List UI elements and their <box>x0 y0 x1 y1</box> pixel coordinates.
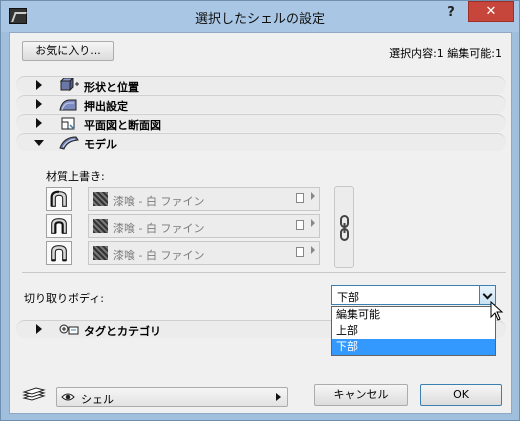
material-row-outer: 漆喰 - 白 ファイン <box>46 187 320 211</box>
material-name: 漆喰 - 白 ファイン <box>113 195 205 208</box>
section-label: モデル <box>84 138 117 151</box>
section-label: 押出設定 <box>84 100 128 113</box>
section-shape-position[interactable]: 形状と位置 <box>16 76 506 94</box>
mouse-cursor-icon <box>490 301 504 321</box>
section-model[interactable]: モデル <box>16 133 506 151</box>
shape-position-icon <box>59 78 79 92</box>
material-menu-arrow-icon[interactable] <box>311 219 315 227</box>
eye-icon <box>61 393 75 401</box>
material-name: 漆喰 - 白 ファイン <box>113 222 205 235</box>
settings-dialog: 選択したシェルの設定 ? ✕ お気に入り... 選択内容:1 編集可能:1 形状… <box>0 0 520 421</box>
material-menu-arrow-icon[interactable] <box>311 246 315 254</box>
section-label: タグとカテゴリ <box>84 325 161 338</box>
cut-body-label: 切り取りボディ: <box>24 292 104 305</box>
help-button[interactable]: ? <box>439 5 463 25</box>
model-shell-icon <box>59 136 79 150</box>
dropdown-option[interactable]: 下部 <box>332 339 495 355</box>
extrude-icon <box>59 99 77 111</box>
material-menu-arrow-icon[interactable] <box>311 192 315 200</box>
title-bar[interactable]: 選択したシェルの設定 ? ✕ <box>1 1 519 32</box>
material-swatch <box>93 246 108 260</box>
view-select-label: シェル <box>81 393 114 406</box>
material-row-inner: 漆喰 - 白 ファイン <box>46 214 320 238</box>
material-doc-icon[interactable] <box>296 220 304 230</box>
section-label: 形状と位置 <box>84 81 139 94</box>
expand-arrow-icon[interactable] <box>36 324 42 334</box>
material-row-edge: 漆喰 - 白 ファイン <box>46 241 320 265</box>
material-name: 漆喰 - 白 ファイン <box>113 249 205 262</box>
cancel-button[interactable]: キャンセル <box>314 384 408 406</box>
close-button[interactable]: ✕ <box>468 1 514 22</box>
chain-link-icon <box>340 215 349 241</box>
expand-arrow-icon[interactable] <box>36 99 42 109</box>
material-picker[interactable]: 漆喰 - 白 ファイン <box>88 241 320 265</box>
material-doc-icon[interactable] <box>296 247 304 257</box>
layers-icon <box>22 387 46 401</box>
view-select[interactable]: シェル <box>56 387 288 407</box>
plan-section-icon <box>61 117 75 130</box>
cut-body-select[interactable]: 下部 <box>331 285 496 305</box>
material-picker[interactable]: 漆喰 - 白 ファイン <box>88 187 320 211</box>
chevron-right-icon <box>276 393 281 401</box>
expand-arrow-icon[interactable] <box>36 118 42 128</box>
tag-category-icon <box>59 324 79 335</box>
dropdown-option[interactable]: 上部 <box>332 323 495 339</box>
material-doc-icon[interactable] <box>296 193 304 203</box>
material-picker[interactable]: 漆喰 - 白 ファイン <box>88 214 320 238</box>
collapse-arrow-icon[interactable] <box>34 140 44 146</box>
surface-outer-icon[interactable] <box>46 187 72 211</box>
divider <box>22 272 506 273</box>
dialog-body: お気に入り... 選択内容:1 編集可能:1 形状と位置 押出設定 平面図と断面… <box>9 32 512 414</box>
selection-info: 選択内容:1 編集可能:1 <box>389 47 502 60</box>
cut-body-dropdown: 編集可能 上部 下部 <box>331 306 496 356</box>
material-swatch <box>93 192 108 206</box>
favorites-button[interactable]: お気に入り... <box>22 41 114 61</box>
cut-body-value: 下部 <box>337 291 359 304</box>
material-swatch <box>93 219 108 233</box>
section-plan-section[interactable]: 平面図と断面図 <box>16 114 506 132</box>
ok-button[interactable]: OK <box>420 384 502 406</box>
material-link-toggle[interactable] <box>334 186 354 268</box>
surface-inner-icon[interactable] <box>46 214 72 238</box>
surface-edge-icon[interactable] <box>46 241 72 265</box>
section-label: 平面図と断面図 <box>84 119 161 132</box>
expand-arrow-icon[interactable] <box>36 80 42 90</box>
section-extrude[interactable]: 押出設定 <box>16 95 506 113</box>
material-override-label: 材質上書き: <box>46 170 105 183</box>
dropdown-option[interactable]: 編集可能 <box>332 307 495 323</box>
